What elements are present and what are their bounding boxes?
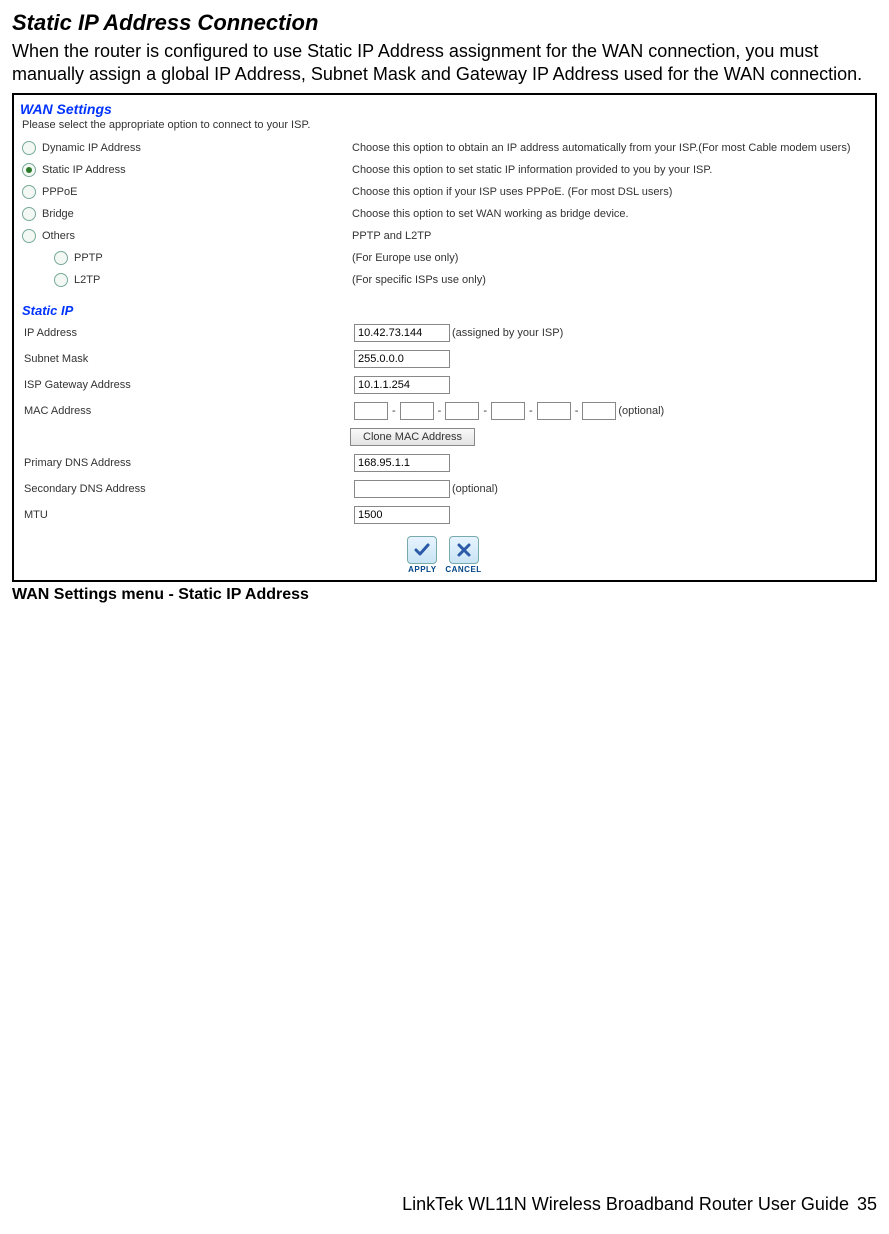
option-pppoe[interactable]: PPPoE Choose this option if your ISP use… [22,185,869,205]
static-ip-heading: Static IP [22,303,869,318]
input-mtu[interactable] [354,506,450,524]
section-title: Static IP Address Connection [12,10,877,36]
option-desc: Choose this option to set WAN working as… [352,207,869,222]
input-ip-address[interactable] [354,324,450,342]
option-dynamic-ip[interactable]: Dynamic IP Address Choose this option to… [22,141,869,161]
cancel-label: CANCEL [445,565,481,574]
apply-label: APPLY [408,565,436,574]
mac-separator: - [392,405,396,417]
action-buttons: APPLY CANCEL [20,536,869,574]
label-ip-address: IP Address [24,327,354,339]
option-others[interactable]: Others PPTP and L2TP [22,229,869,249]
option-static-ip[interactable]: Static IP Address Choose this option to … [22,163,869,183]
option-desc: Choose this option if your ISP uses PPPo… [352,185,869,200]
label-secondary-dns: Secondary DNS Address [24,483,354,495]
option-label: L2TP [74,274,100,286]
wan-settings-instruction: Please select the appropriate option to … [22,119,869,131]
input-mac-2[interactable] [400,402,434,420]
cancel-button[interactable]: CANCEL [445,536,481,574]
option-label: Static IP Address [42,164,126,176]
mac-separator: - [438,405,442,417]
input-secondary-dns[interactable] [354,480,450,498]
radio-icon [54,251,68,265]
input-mac-5[interactable] [537,402,571,420]
radio-icon [54,273,68,287]
radio-icon [22,141,36,155]
close-icon [449,536,479,564]
page-footer: LinkTek WL11N Wireless Broadband Router … [12,1194,877,1215]
input-mac-4[interactable] [491,402,525,420]
clone-mac-button[interactable]: Clone MAC Address [350,428,475,446]
row-primary-dns: Primary DNS Address [24,452,869,474]
radio-icon [22,163,36,177]
option-label: PPPoE [42,186,77,198]
option-label: Bridge [42,208,74,220]
mac-separator: - [575,405,579,417]
hint-mac-address: (optional) [618,405,664,417]
input-primary-dns[interactable] [354,454,450,472]
hint-secondary-dns: (optional) [452,483,498,495]
check-icon [407,536,437,564]
input-subnet-mask[interactable] [354,350,450,368]
mac-separator: - [529,405,533,417]
mac-separator: - [483,405,487,417]
input-isp-gateway[interactable] [354,376,450,394]
row-subnet-mask: Subnet Mask [24,348,869,370]
option-pptp[interactable]: PPTP (For Europe use only) [22,251,869,271]
input-mac-3[interactable] [445,402,479,420]
option-label: PPTP [74,252,103,264]
label-mac-address: MAC Address [24,405,354,417]
label-mtu: MTU [24,509,354,521]
option-label: Others [42,230,75,242]
option-desc: (For Europe use only) [352,251,869,266]
radio-icon [22,185,36,199]
page-number: 35 [857,1194,877,1215]
wan-settings-panel: WAN Settings Please select the appropria… [12,93,877,582]
row-mtu: MTU [24,504,869,526]
option-desc: (For specific ISPs use only) [352,273,869,288]
row-ip-address: IP Address (assigned by your ISP) [24,322,869,344]
option-l2tp[interactable]: L2TP (For specific ISPs use only) [22,273,869,293]
radio-icon [22,229,36,243]
option-label: Dynamic IP Address [42,142,141,154]
option-desc: Choose this option to obtain an IP addre… [352,141,869,156]
apply-button[interactable]: APPLY [407,536,437,574]
row-secondary-dns: Secondary DNS Address (optional) [24,478,869,500]
option-bridge[interactable]: Bridge Choose this option to set WAN wor… [22,207,869,227]
input-mac-1[interactable] [354,402,388,420]
radio-icon [22,207,36,221]
row-isp-gateway: ISP Gateway Address [24,374,869,396]
option-desc: Choose this option to set static IP info… [352,163,869,178]
label-isp-gateway: ISP Gateway Address [24,379,354,391]
section-paragraph: When the router is configured to use Sta… [12,40,877,87]
hint-ip-address: (assigned by your ISP) [452,327,563,339]
row-mac-address: MAC Address - - - - - (optional) [24,400,869,422]
label-primary-dns: Primary DNS Address [24,457,354,469]
input-mac-6[interactable] [582,402,616,420]
option-desc: PPTP and L2TP [352,229,869,244]
wan-settings-heading: WAN Settings [20,101,869,117]
figure-caption: WAN Settings menu - Static IP Address [12,586,877,604]
footer-text: LinkTek WL11N Wireless Broadband Router … [402,1194,849,1215]
label-subnet-mask: Subnet Mask [24,353,354,365]
